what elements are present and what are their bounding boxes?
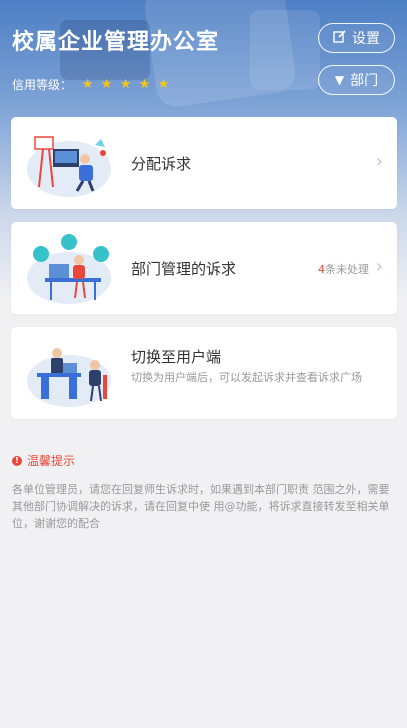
credit-label: 信用等级： <box>12 78 73 92</box>
assign-illustration <box>23 125 115 201</box>
pending-suffix: 条未处理 <box>325 263 369 276</box>
triangle-down-icon: ▼ <box>334 73 345 87</box>
credit-stars: ★ ★ ★ ★ ★ <box>78 77 173 92</box>
settings-label: 设置 <box>352 31 380 47</box>
card-title: 部门管理的诉求 <box>131 260 237 278</box>
card-title: 分配诉求 <box>131 155 192 173</box>
edit-icon <box>333 30 346 46</box>
tips-title: 温馨提示 <box>27 454 76 468</box>
star-icon: ★ <box>119 77 132 92</box>
department-requests-card[interactable]: 部门管理的诉求 4条未处理 › <box>11 222 397 314</box>
pending-count: 4条未处理 <box>318 261 369 277</box>
tips-body: 各单位管理员，请您在回复师生诉求时，如果遇到本部门职责 范围之外，需要其他部门协… <box>12 483 390 530</box>
star-icon: ★ <box>81 77 94 92</box>
star-icon: ★ <box>157 77 170 92</box>
page-title: 校属企业管理办公室 <box>12 30 220 55</box>
pending-number: 4 <box>318 263 325 276</box>
card-title: 切换至用户端 <box>131 348 222 366</box>
card-subtitle: 切换为用户端后，可以发起诉求并查看诉求广场 <box>131 371 362 384</box>
department-button[interactable]: ▼ 部门 <box>318 65 395 95</box>
credit-level: 信用等级： ★ ★ ★ ★ ★ <box>12 76 173 93</box>
info-icon: ! <box>12 455 22 466</box>
chevron-right-icon: › <box>375 151 383 172</box>
settings-button[interactable]: 设置 <box>318 23 395 53</box>
star-icon: ★ <box>138 77 151 92</box>
assign-requests-card[interactable]: 分配诉求 › <box>11 117 397 209</box>
department-illustration <box>23 230 115 306</box>
chevron-right-icon: › <box>375 256 383 277</box>
switch-user-illustration <box>23 335 115 411</box>
star-icon: ★ <box>100 77 113 92</box>
switch-to-user-card[interactable]: 切换至用户端 切换为用户端后，可以发起诉求并查看诉求广场 <box>11 327 397 419</box>
tips-header: ! 温馨提示 <box>12 452 75 469</box>
department-label: 部门 <box>350 73 379 89</box>
